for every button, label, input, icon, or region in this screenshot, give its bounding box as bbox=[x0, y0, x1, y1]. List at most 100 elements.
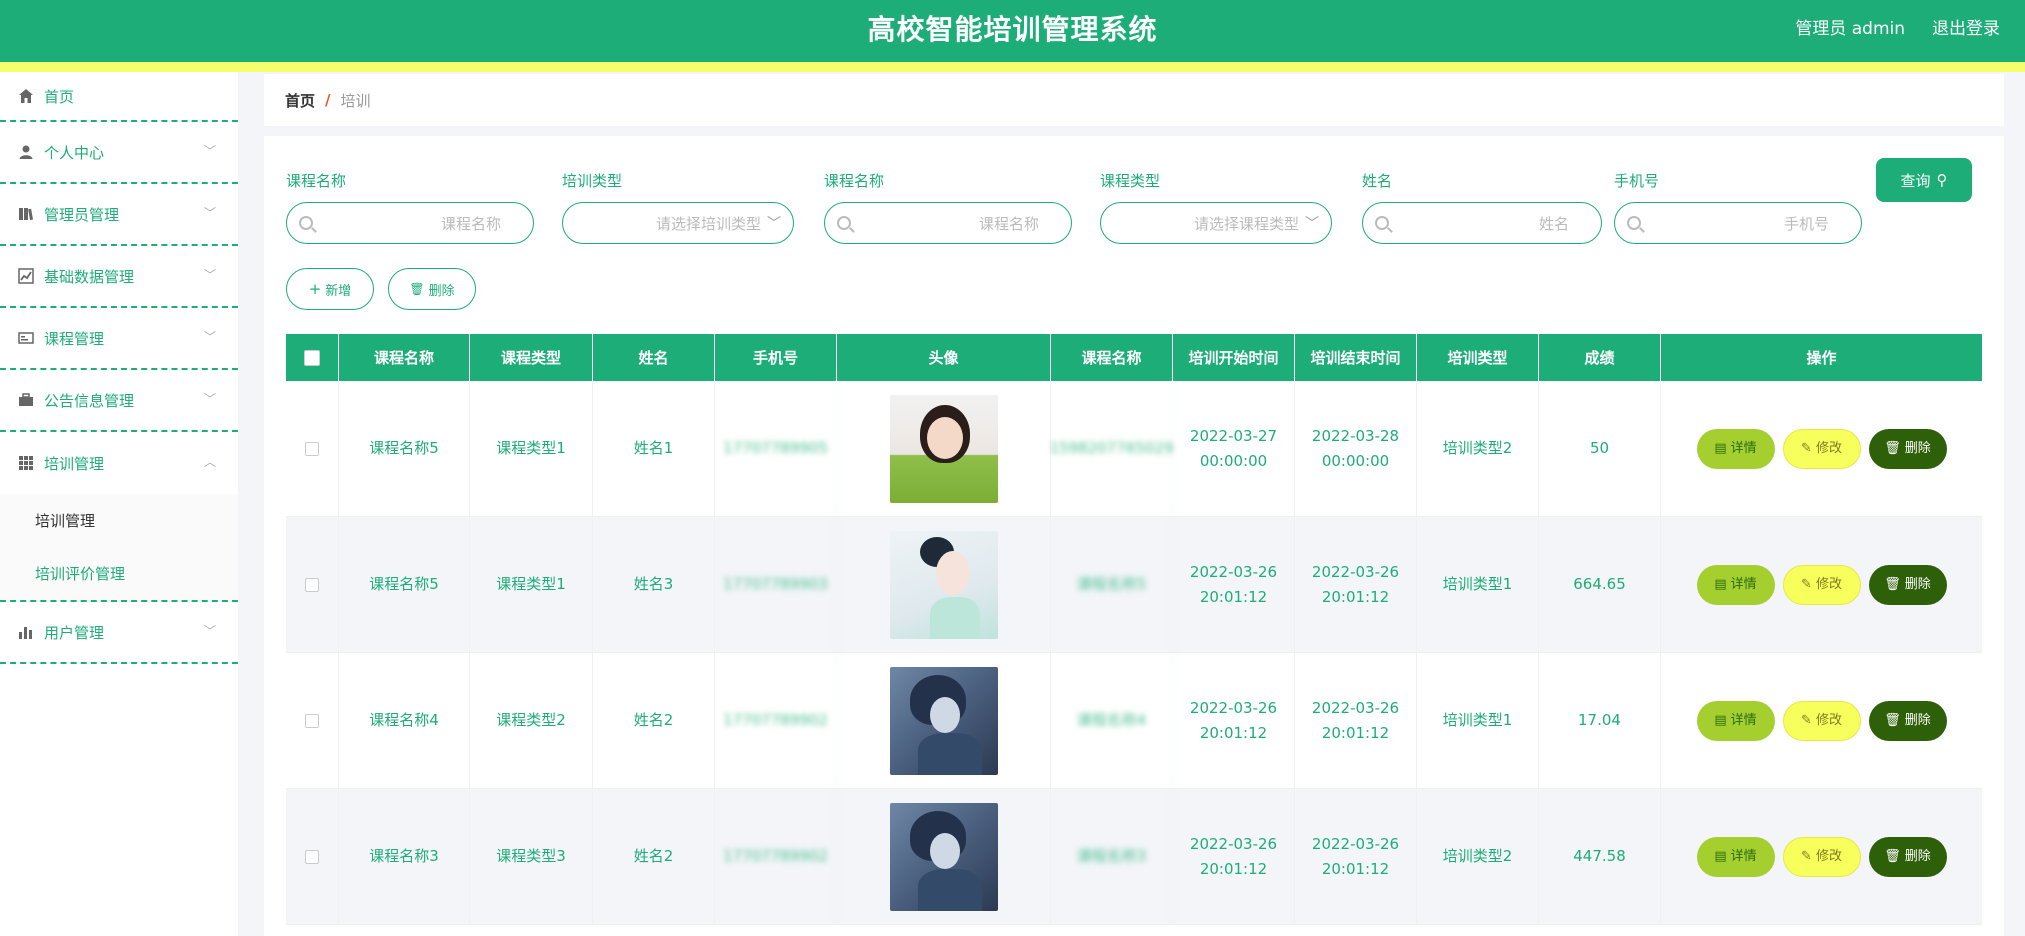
col-header: 培训类型 bbox=[1417, 334, 1539, 381]
edit-button[interactable]: ✎ 修改 bbox=[1782, 836, 1861, 877]
detail-button[interactable]: ▤ 详情 bbox=[1696, 564, 1775, 605]
edit-button[interactable]: ✎ 修改 bbox=[1782, 428, 1861, 469]
cell-start-time: 2022-03-26 20:01:12 bbox=[1173, 789, 1295, 924]
query-button[interactable]: 查询 ⚲ bbox=[1876, 158, 1972, 202]
input-placeholder: 手机号 bbox=[1783, 214, 1829, 233]
cell-name: 姓名2 bbox=[593, 653, 715, 788]
breadcrumb-home[interactable]: 首页 bbox=[285, 90, 315, 111]
app-title: 高校智能培训管理系统 bbox=[867, 13, 1158, 46]
cell-actions: ▤ 详情 ✎ 修改 🗑 删除 bbox=[1661, 789, 1982, 924]
delete-button[interactable]: 🗑 删除 bbox=[1868, 428, 1947, 469]
batch-delete-button[interactable]: 🗑 删除 bbox=[388, 268, 476, 310]
table-row: 课程名称5 课程类型1 姓名1 17707789905 159820776502… bbox=[286, 381, 1982, 517]
cell-name: 姓名2 bbox=[593, 789, 715, 924]
chevron-down-icon: ﹀ bbox=[203, 391, 216, 406]
sidebar-item-home[interactable]: 首页 bbox=[0, 72, 238, 122]
filter-label-phone: 手机号 bbox=[1614, 172, 1660, 190]
sidebar-item-basic-data[interactable]: 基础数据管理 ﹀ bbox=[0, 246, 238, 308]
col-header: 培训结束时间 bbox=[1295, 334, 1417, 381]
detail-button[interactable]: ▤ 详情 bbox=[1696, 700, 1775, 741]
cell-phone: 17707789905 bbox=[715, 381, 837, 516]
detail-button[interactable]: ▤ 详情 bbox=[1696, 428, 1775, 469]
cell-course-type: 课程类型1 bbox=[470, 517, 593, 652]
cell-course-type: 课程类型2 bbox=[470, 653, 593, 788]
grid-icon bbox=[19, 456, 33, 470]
submenu-item-training-evaluation[interactable]: 培训评价管理 bbox=[0, 547, 238, 600]
sidebar-item-course[interactable]: 课程管理 ﹀ bbox=[0, 308, 238, 370]
col-header: 成绩 bbox=[1539, 334, 1661, 381]
filter-label-course-name: 课程名称 bbox=[286, 172, 347, 190]
row-checkbox[interactable] bbox=[305, 713, 319, 728]
table-row: 课程名称4 课程类型2 姓名2 17707789902 课程名称4 2022-0… bbox=[286, 653, 1982, 789]
phone-input[interactable]: 手机号 bbox=[1614, 202, 1862, 244]
row-checkbox[interactable] bbox=[305, 577, 319, 592]
cell-actions: ▤ 详情 ✎ 修改 🗑 删除 bbox=[1661, 381, 1982, 516]
course-name-input-2[interactable]: 课程名称 bbox=[824, 202, 1072, 244]
breadcrumb-separator: / bbox=[325, 91, 331, 109]
home-icon bbox=[19, 89, 33, 103]
sidebar-item-label: 课程管理 bbox=[44, 329, 105, 348]
chart-icon bbox=[18, 268, 34, 284]
logout-link[interactable]: 退出登录 bbox=[1932, 14, 2000, 39]
sidebar-item-label: 培训管理 bbox=[44, 454, 105, 473]
col-header: 课程名称 bbox=[339, 334, 470, 381]
add-button[interactable]: + 新增 bbox=[286, 268, 374, 310]
cell-actions: ▤ 详情 ✎ 修改 🗑 删除 bbox=[1661, 653, 1982, 788]
chevron-down-icon: ﹀ bbox=[1305, 216, 1319, 232]
cell-end-time: 2022-03-28 00:00:00 bbox=[1295, 381, 1417, 516]
chevron-down-icon: ﹀ bbox=[203, 267, 216, 282]
cell-actions: ▤ 详情 ✎ 修改 🗑 删除 bbox=[1661, 517, 1982, 652]
cell-course-name: 课程名称4 bbox=[339, 653, 470, 788]
delete-button-label: 删除 bbox=[428, 283, 455, 299]
col-header: 操作 bbox=[1806, 349, 1837, 367]
cell-phone: 17707789902 bbox=[715, 789, 837, 924]
sidebar-item-users[interactable]: 用户管理 ﹀ bbox=[0, 602, 238, 664]
sidebar-item-notice[interactable]: 公告信息管理 ﹀ bbox=[0, 370, 238, 432]
delete-button[interactable]: 🗑 删除 bbox=[1868, 700, 1947, 741]
row-checkbox[interactable] bbox=[305, 849, 319, 864]
trash-icon: 🗑 bbox=[1884, 441, 1901, 456]
course-name-input[interactable]: 课程名称 bbox=[286, 202, 534, 244]
select-all-checkbox[interactable] bbox=[304, 349, 320, 366]
document-icon: ▤ bbox=[1714, 441, 1727, 456]
sidebar: 首页 个人中心 ﹀ 管理员管理 ﹀ 基础数据管理 ﹀ 课程管理 ﹀ 公告信息管理… bbox=[0, 72, 238, 936]
sidebar-item-admin[interactable]: 管理员管理 ﹀ bbox=[0, 184, 238, 246]
edit-label: 修改 bbox=[1815, 441, 1842, 456]
sidebar-item-training[interactable]: 培训管理 ︿ bbox=[0, 432, 238, 494]
detail-label: 详情 bbox=[1730, 713, 1757, 728]
sidebar-item-label: 个人中心 bbox=[44, 143, 105, 162]
avatar bbox=[889, 394, 998, 503]
submenu-item-training[interactable]: 培训管理 bbox=[0, 494, 238, 547]
detail-label: 详情 bbox=[1730, 849, 1757, 864]
search-icon bbox=[1627, 216, 1641, 230]
col-header: 课程名称 bbox=[1051, 334, 1173, 381]
cell-course-name-2: 课程名称3 bbox=[1051, 789, 1173, 924]
sidebar-item-label: 公告信息管理 bbox=[44, 391, 135, 410]
filter-label-course-type: 课程类型 bbox=[1100, 172, 1161, 190]
course-type-select[interactable]: 请选择课程类型 ﹀ bbox=[1100, 202, 1332, 244]
sidebar-item-personal[interactable]: 个人中心 ﹀ bbox=[0, 122, 238, 184]
select-all-cell bbox=[286, 334, 339, 381]
training-submenu: 培训管理 培训评价管理 bbox=[0, 494, 238, 602]
cell-course-name-2: 课程名称5 bbox=[1051, 517, 1173, 652]
avatar bbox=[889, 802, 998, 911]
briefcase-icon bbox=[19, 393, 33, 406]
name-input[interactable]: 姓名 bbox=[1362, 202, 1602, 244]
cell-avatar bbox=[837, 789, 1051, 924]
row-checkbox[interactable] bbox=[305, 441, 319, 456]
delete-button[interactable]: 🗑 删除 bbox=[1868, 564, 1947, 605]
training-type-select[interactable]: 请选择培训类型 ﹀ bbox=[562, 202, 794, 244]
delete-button[interactable]: 🗑 删除 bbox=[1868, 836, 1947, 877]
edit-button[interactable]: ✎ 修改 bbox=[1782, 700, 1861, 741]
cell-score: 447.58 bbox=[1539, 789, 1661, 924]
cell-training-type: 培训类型1 bbox=[1417, 517, 1539, 652]
pencil-icon: ✎ bbox=[1801, 713, 1812, 728]
user-icon bbox=[19, 145, 33, 159]
delete-label: 删除 bbox=[1904, 441, 1931, 456]
table-row: 课程名称5 课程类型1 姓名3 17707789903 课程名称5 2022-0… bbox=[286, 517, 1982, 653]
edit-label: 修改 bbox=[1815, 849, 1842, 864]
cell-end-time: 2022-03-26 20:01:12 bbox=[1295, 517, 1417, 652]
edit-button[interactable]: ✎ 修改 bbox=[1782, 564, 1861, 605]
detail-button[interactable]: ▤ 详情 bbox=[1696, 836, 1775, 877]
delete-label: 删除 bbox=[1904, 849, 1931, 864]
